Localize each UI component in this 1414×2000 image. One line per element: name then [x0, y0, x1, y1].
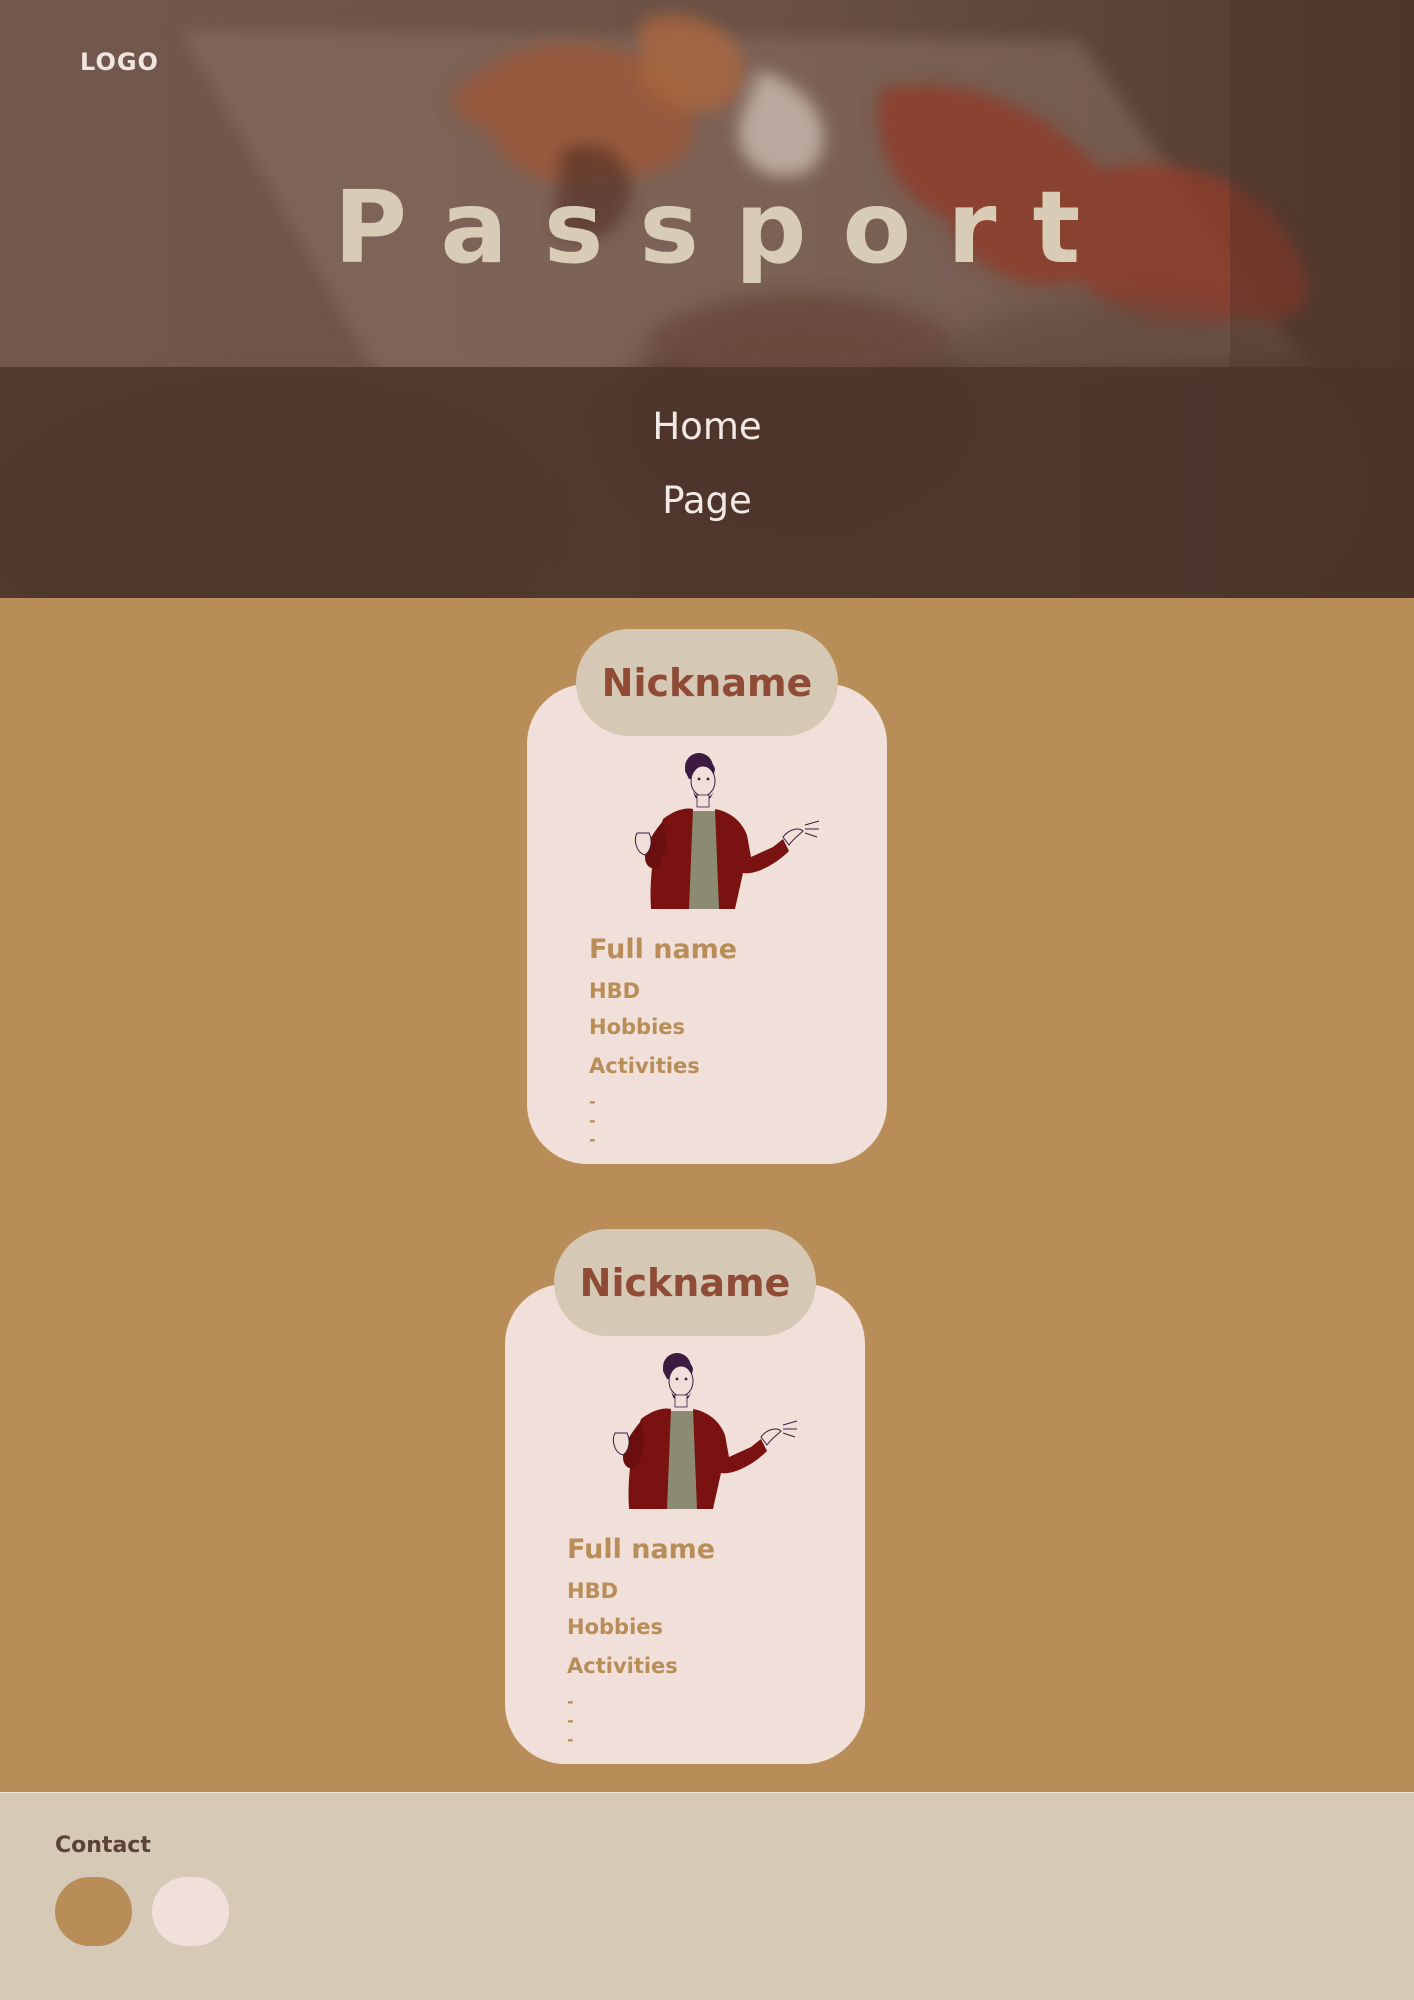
contact-button-1[interactable]	[55, 1877, 132, 1946]
nav-item-page[interactable]: Page	[0, 479, 1414, 522]
activity-item: -	[589, 1092, 596, 1111]
full-name-label: Full name	[567, 1534, 716, 1565]
nickname-label: Nickname	[576, 629, 838, 736]
activity-item: -	[567, 1692, 574, 1711]
activity-item: -	[589, 1130, 596, 1149]
hbd-label: HBD	[589, 979, 641, 1003]
contact-heading: Contact	[55, 1833, 151, 1858]
hero-banner: LOGO Passport Home Page	[0, 0, 1414, 598]
nav-item-home[interactable]: Home	[0, 405, 1414, 448]
page: LOGO Passport Home Page Nickname Full na…	[0, 0, 1414, 2000]
footer: Contact	[0, 1792, 1414, 2000]
person-presenting-icon	[634, 753, 820, 909]
full-name-label: Full name	[589, 934, 738, 965]
contact-button-2[interactable]	[152, 1877, 229, 1946]
page-title: Passport	[333, 169, 1117, 286]
nav-bar: Home Page	[0, 367, 1414, 598]
profile-card: Nickname Full name HBD Hobbies Activitie…	[505, 1229, 865, 1764]
activity-item: -	[567, 1730, 574, 1749]
activities-label: Activities	[589, 1054, 700, 1078]
hobbies-label: Hobbies	[567, 1615, 664, 1639]
activity-item: -	[589, 1111, 596, 1130]
hbd-label: HBD	[567, 1579, 619, 1603]
hobbies-label: Hobbies	[589, 1015, 686, 1039]
nickname-label: Nickname	[554, 1229, 816, 1336]
logo[interactable]: LOGO	[80, 48, 159, 76]
person-presenting-icon	[612, 1353, 798, 1509]
activities-label: Activities	[567, 1654, 678, 1678]
profile-card: Nickname Full name HBD Hobbies Activitie…	[527, 629, 887, 1164]
activity-item: -	[567, 1711, 574, 1730]
